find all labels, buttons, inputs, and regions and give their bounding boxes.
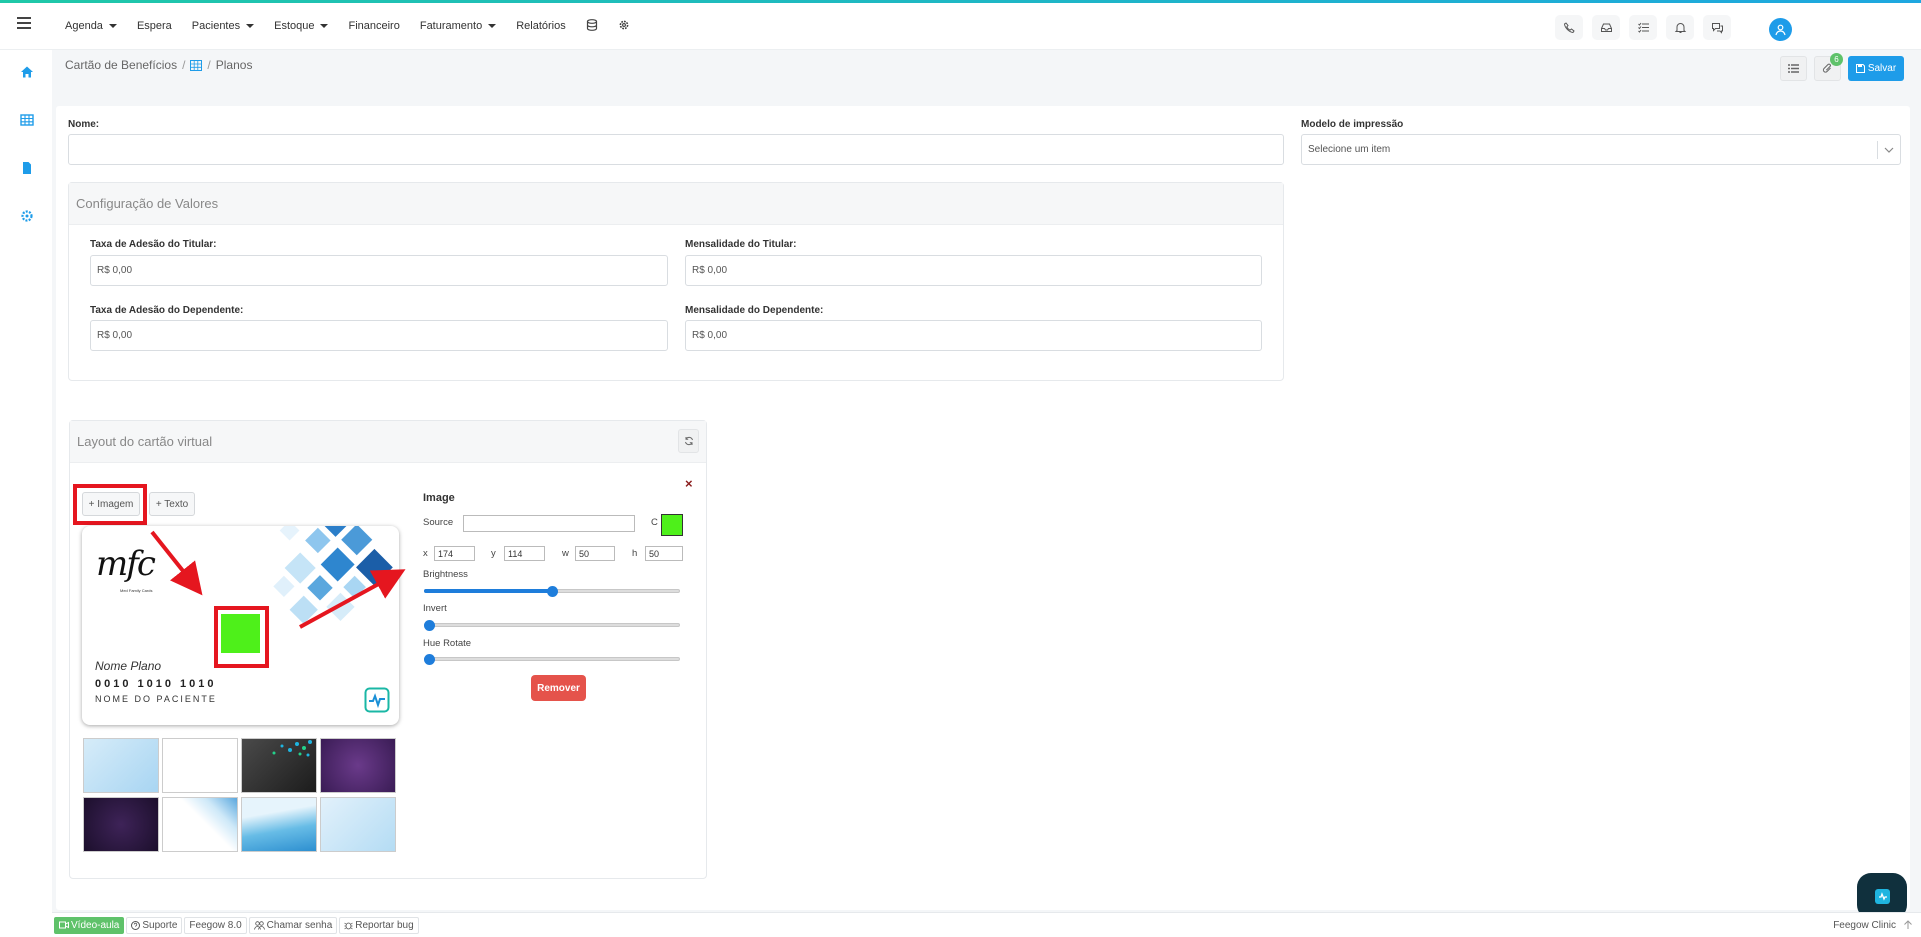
video-icon xyxy=(59,921,69,929)
color-label: C xyxy=(651,517,658,528)
card-template-thumb[interactable] xyxy=(320,738,396,793)
thumb-pattern xyxy=(272,740,312,757)
arrow-to-image xyxy=(150,530,203,596)
card-template-thumb[interactable] xyxy=(83,738,159,793)
scroll-top-icon[interactable] xyxy=(1903,920,1913,930)
bug-icon xyxy=(344,922,353,929)
card-template-thumb[interactable] xyxy=(83,797,159,852)
invert-label: Invert xyxy=(423,603,447,614)
invert-slider[interactable] xyxy=(424,623,680,627)
video-aula-button[interactable]: Vídeo-aula xyxy=(54,916,125,934)
w-input[interactable]: 50 xyxy=(575,546,615,561)
suporte-button[interactable]: Suporte xyxy=(126,916,183,934)
h-input[interactable]: 50 xyxy=(645,546,683,561)
chat-widget-icon xyxy=(1874,888,1890,904)
brightness-label: Brightness xyxy=(423,569,468,580)
users-icon xyxy=(253,920,265,930)
h-label: h xyxy=(632,548,638,559)
brightness-slider-thumb[interactable] xyxy=(546,586,558,597)
brightness-slider-fill xyxy=(424,589,552,593)
arrow-to-editor xyxy=(299,569,406,629)
hue-rotate-label: Hue Rotate xyxy=(423,638,472,649)
invert-slider-thumb[interactable] xyxy=(424,620,435,631)
card-template-thumb[interactable] xyxy=(241,797,317,852)
y-label: y xyxy=(491,548,496,559)
source-label: Source xyxy=(423,517,454,528)
card-template-thumb[interactable] xyxy=(241,738,317,793)
chamar-senha-button[interactable]: Chamar senha xyxy=(248,916,338,934)
x-input[interactable]: 174 xyxy=(434,546,475,561)
card-template-thumb[interactable] xyxy=(320,797,396,852)
help-icon xyxy=(131,920,141,930)
editor-title: Image xyxy=(423,492,455,504)
color-picker[interactable] xyxy=(661,514,683,536)
version-label: Feegow 8.0 xyxy=(184,916,247,934)
x-label: x xyxy=(423,548,428,559)
card-template-thumb[interactable] xyxy=(162,797,238,852)
remove-button[interactable]: Remover xyxy=(531,675,586,701)
footer-bar: Vídeo-aula Suporte Feegow 8.0 Chamar sen… xyxy=(52,912,1921,937)
source-input[interactable] xyxy=(463,515,635,532)
hue-rotate-slider-thumb[interactable] xyxy=(424,654,435,665)
y-input[interactable]: 114 xyxy=(504,546,545,561)
card-template-thumb[interactable] xyxy=(162,738,238,793)
hue-rotate-slider[interactable] xyxy=(424,657,680,661)
reportar-bug-button[interactable]: Reportar bug xyxy=(339,916,419,934)
w-label: w xyxy=(562,548,569,559)
footer-brand: Feegow Clinic xyxy=(1833,919,1896,931)
